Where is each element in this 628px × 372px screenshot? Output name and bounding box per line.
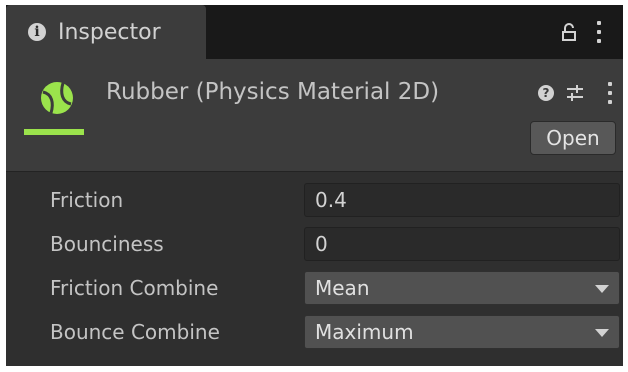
preset-settings-icon[interactable] bbox=[565, 83, 585, 103]
dropdown-arrow-icon bbox=[595, 329, 609, 337]
info-icon: i bbox=[28, 23, 46, 41]
property-row-friction: Friction 0.4 bbox=[6, 180, 623, 224]
more-options-icon[interactable] bbox=[607, 82, 613, 104]
tab-inspector[interactable]: i Inspector bbox=[6, 5, 206, 59]
physics-material-2d-icon bbox=[41, 82, 73, 114]
bounciness-field[interactable]: 0 bbox=[304, 227, 620, 261]
bounce-combine-value: Maximum bbox=[315, 320, 414, 344]
tab-bar: i Inspector bbox=[6, 5, 623, 59]
tab-menu-icon[interactable] bbox=[596, 21, 602, 43]
lock-icon[interactable] bbox=[562, 23, 576, 41]
asset-color-underline bbox=[24, 129, 84, 135]
bounce-combine-label: Bounce Combine bbox=[50, 320, 220, 344]
bounciness-label: Bounciness bbox=[50, 232, 164, 256]
property-row-bounce-combine: Bounce Combine Maximum bbox=[6, 312, 623, 356]
asset-title: Rubber (Physics Material 2D) bbox=[106, 79, 440, 105]
property-row-friction-combine: Friction Combine Mean bbox=[6, 268, 623, 312]
friction-combine-value: Mean bbox=[315, 276, 370, 300]
help-icon[interactable]: ? bbox=[538, 85, 554, 101]
friction-label: Friction bbox=[50, 188, 124, 212]
open-button[interactable]: Open bbox=[530, 121, 616, 155]
dropdown-arrow-icon bbox=[595, 285, 609, 293]
friction-combine-label: Friction Combine bbox=[50, 276, 219, 300]
asset-header: Rubber (Physics Material 2D) ? Open bbox=[6, 59, 623, 172]
tab-label: Inspector bbox=[58, 19, 161, 45]
inspector-window: i Inspector Rubber (Physics Material 2D)… bbox=[6, 5, 623, 366]
bounce-combine-dropdown[interactable]: Maximum bbox=[304, 315, 620, 349]
friction-field[interactable]: 0.4 bbox=[304, 183, 620, 217]
property-row-bounciness: Bounciness 0 bbox=[6, 224, 623, 268]
friction-combine-dropdown[interactable]: Mean bbox=[304, 271, 620, 305]
